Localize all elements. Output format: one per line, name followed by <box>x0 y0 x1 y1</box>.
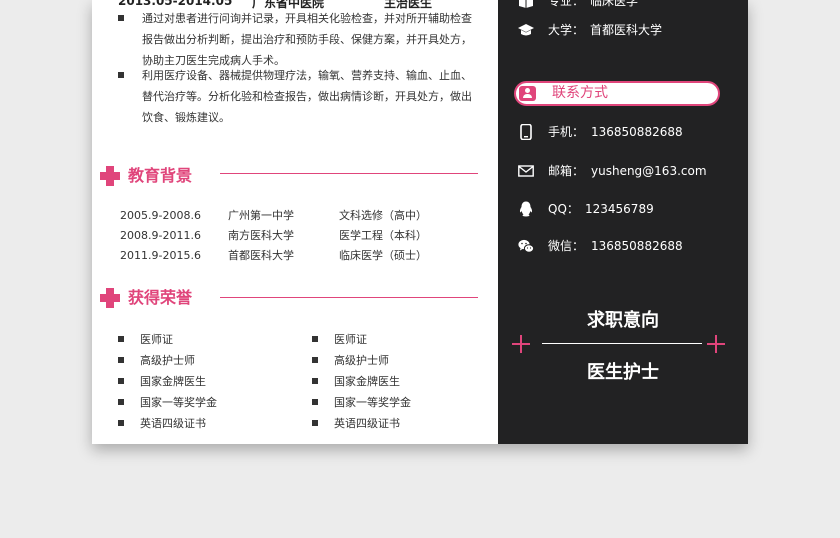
envelope-icon <box>518 165 534 177</box>
bullet-square <box>312 378 318 384</box>
bullet-square <box>312 399 318 405</box>
right-column: 专业： 临床医学 大学： 首都医科大学 联系方式 手机： 13685088268… <box>498 0 748 444</box>
honor-label: 国家金牌医生 <box>140 375 206 388</box>
bullet-square <box>118 378 124 384</box>
experience-bullet-2: 利用医疗设备、器械提供物理疗法，输氧、营养支持、输血、止血、 替代治疗等。分析化… <box>114 65 476 128</box>
left-column: 2013.05-2014.05 广东省中医院 主治医生 通过对患者进行问询并记录… <box>92 0 498 444</box>
experience-bullet-1: 通过对患者进行问询并记录，开具相关化验检查，并对所开辅助检查 报告做出分析判断，… <box>114 8 476 71</box>
phone-value: 136850882688 <box>591 125 683 139</box>
phone-icon <box>520 124 532 140</box>
contact-card-icon <box>519 86 536 101</box>
bullet-square <box>118 72 124 78</box>
university-value: 首都医科大学 <box>590 23 663 37</box>
section-divider <box>220 173 478 174</box>
education-major: 文科选修（高中） <box>339 209 427 222</box>
experience-bullet-line: 利用医疗设备、器械提供物理疗法，输氧、营养支持、输血、止血、 <box>142 69 472 82</box>
resume-sheet: 2013.05-2014.05 广东省中医院 主治医生 通过对患者进行问询并记录… <box>92 0 748 444</box>
honor-label: 英语四级证书 <box>334 417 400 430</box>
education-school: 广州第一中学 <box>228 209 294 222</box>
education-period: 2005.9-2008.6 <box>120 209 201 222</box>
honor-label: 国家金牌医生 <box>334 375 400 388</box>
contact-title: 联系方式 <box>552 85 608 101</box>
bullet-square <box>118 15 124 21</box>
medical-cross-icon <box>100 288 120 308</box>
honor-label: 英语四级证书 <box>140 417 206 430</box>
education-school: 南方医科大学 <box>228 229 294 242</box>
job-intention-value: 医生护士 <box>587 362 659 383</box>
section-divider <box>220 297 478 298</box>
qq-penguin-icon <box>519 201 533 217</box>
contact-section-header: 联系方式 <box>514 81 720 106</box>
plus-icon <box>512 335 530 353</box>
bullet-square <box>118 336 124 342</box>
education-major: 临床医学（硕士） <box>339 249 427 262</box>
honors-title: 获得荣誉 <box>128 288 193 307</box>
bullet-square <box>312 336 318 342</box>
experience-bullet-line: 饮食、锻炼建议。 <box>142 111 230 124</box>
honor-label: 高级护士师 <box>334 354 389 367</box>
experience-date: 2013.05-2014.05 <box>118 0 233 8</box>
education-school: 首都医科大学 <box>228 249 294 262</box>
experience-bullet-line: 替代治疗等。分析化验和检查报告，做出病情诊断，开具处方，做出 <box>142 90 472 103</box>
honor-label: 高级护士师 <box>140 354 195 367</box>
wechat-value: 136850882688 <box>591 239 683 253</box>
email-value: yusheng@163.com <box>591 164 707 178</box>
bullet-square <box>312 357 318 363</box>
honor-label: 国家一等奖学金 <box>334 396 411 409</box>
bullet-square <box>312 420 318 426</box>
job-divider <box>542 343 702 344</box>
experience-bullet-line: 通过对患者进行问询并记录，开具相关化验检查，并对所开辅助检查 <box>142 12 472 25</box>
honor-label: 医师证 <box>334 333 367 346</box>
email-label: 邮箱： <box>548 164 585 178</box>
education-period: 2008.9-2011.6 <box>120 229 201 242</box>
qq-value: 123456789 <box>585 202 654 216</box>
book-icon <box>519 0 533 8</box>
bullet-square <box>118 399 124 405</box>
major-value: 临床医学 <box>590 0 639 8</box>
phone-label: 手机： <box>548 125 585 139</box>
honor-label: 医师证 <box>140 333 173 346</box>
graduation-cap-icon <box>518 24 534 36</box>
qq-label: QQ： <box>548 202 579 216</box>
education-period: 2011.9-2015.6 <box>120 249 201 262</box>
major-label: 专业： <box>548 0 585 8</box>
bullet-square <box>118 420 124 426</box>
honor-label: 国家一等奖学金 <box>140 396 217 409</box>
experience-bullet-line: 报告做出分析判断，提出治疗和预防手段、保健方案，并开具处方， <box>142 33 472 46</box>
wechat-icon <box>518 239 534 253</box>
university-label: 大学： <box>548 23 585 37</box>
medical-cross-icon <box>100 166 120 186</box>
wechat-label: 微信： <box>548 239 585 253</box>
education-title: 教育背景 <box>128 166 193 185</box>
bullet-square <box>118 357 124 363</box>
plus-icon <box>707 335 725 353</box>
education-major: 医学工程（本科） <box>339 229 427 242</box>
job-intention-title: 求职意向 <box>587 310 659 331</box>
